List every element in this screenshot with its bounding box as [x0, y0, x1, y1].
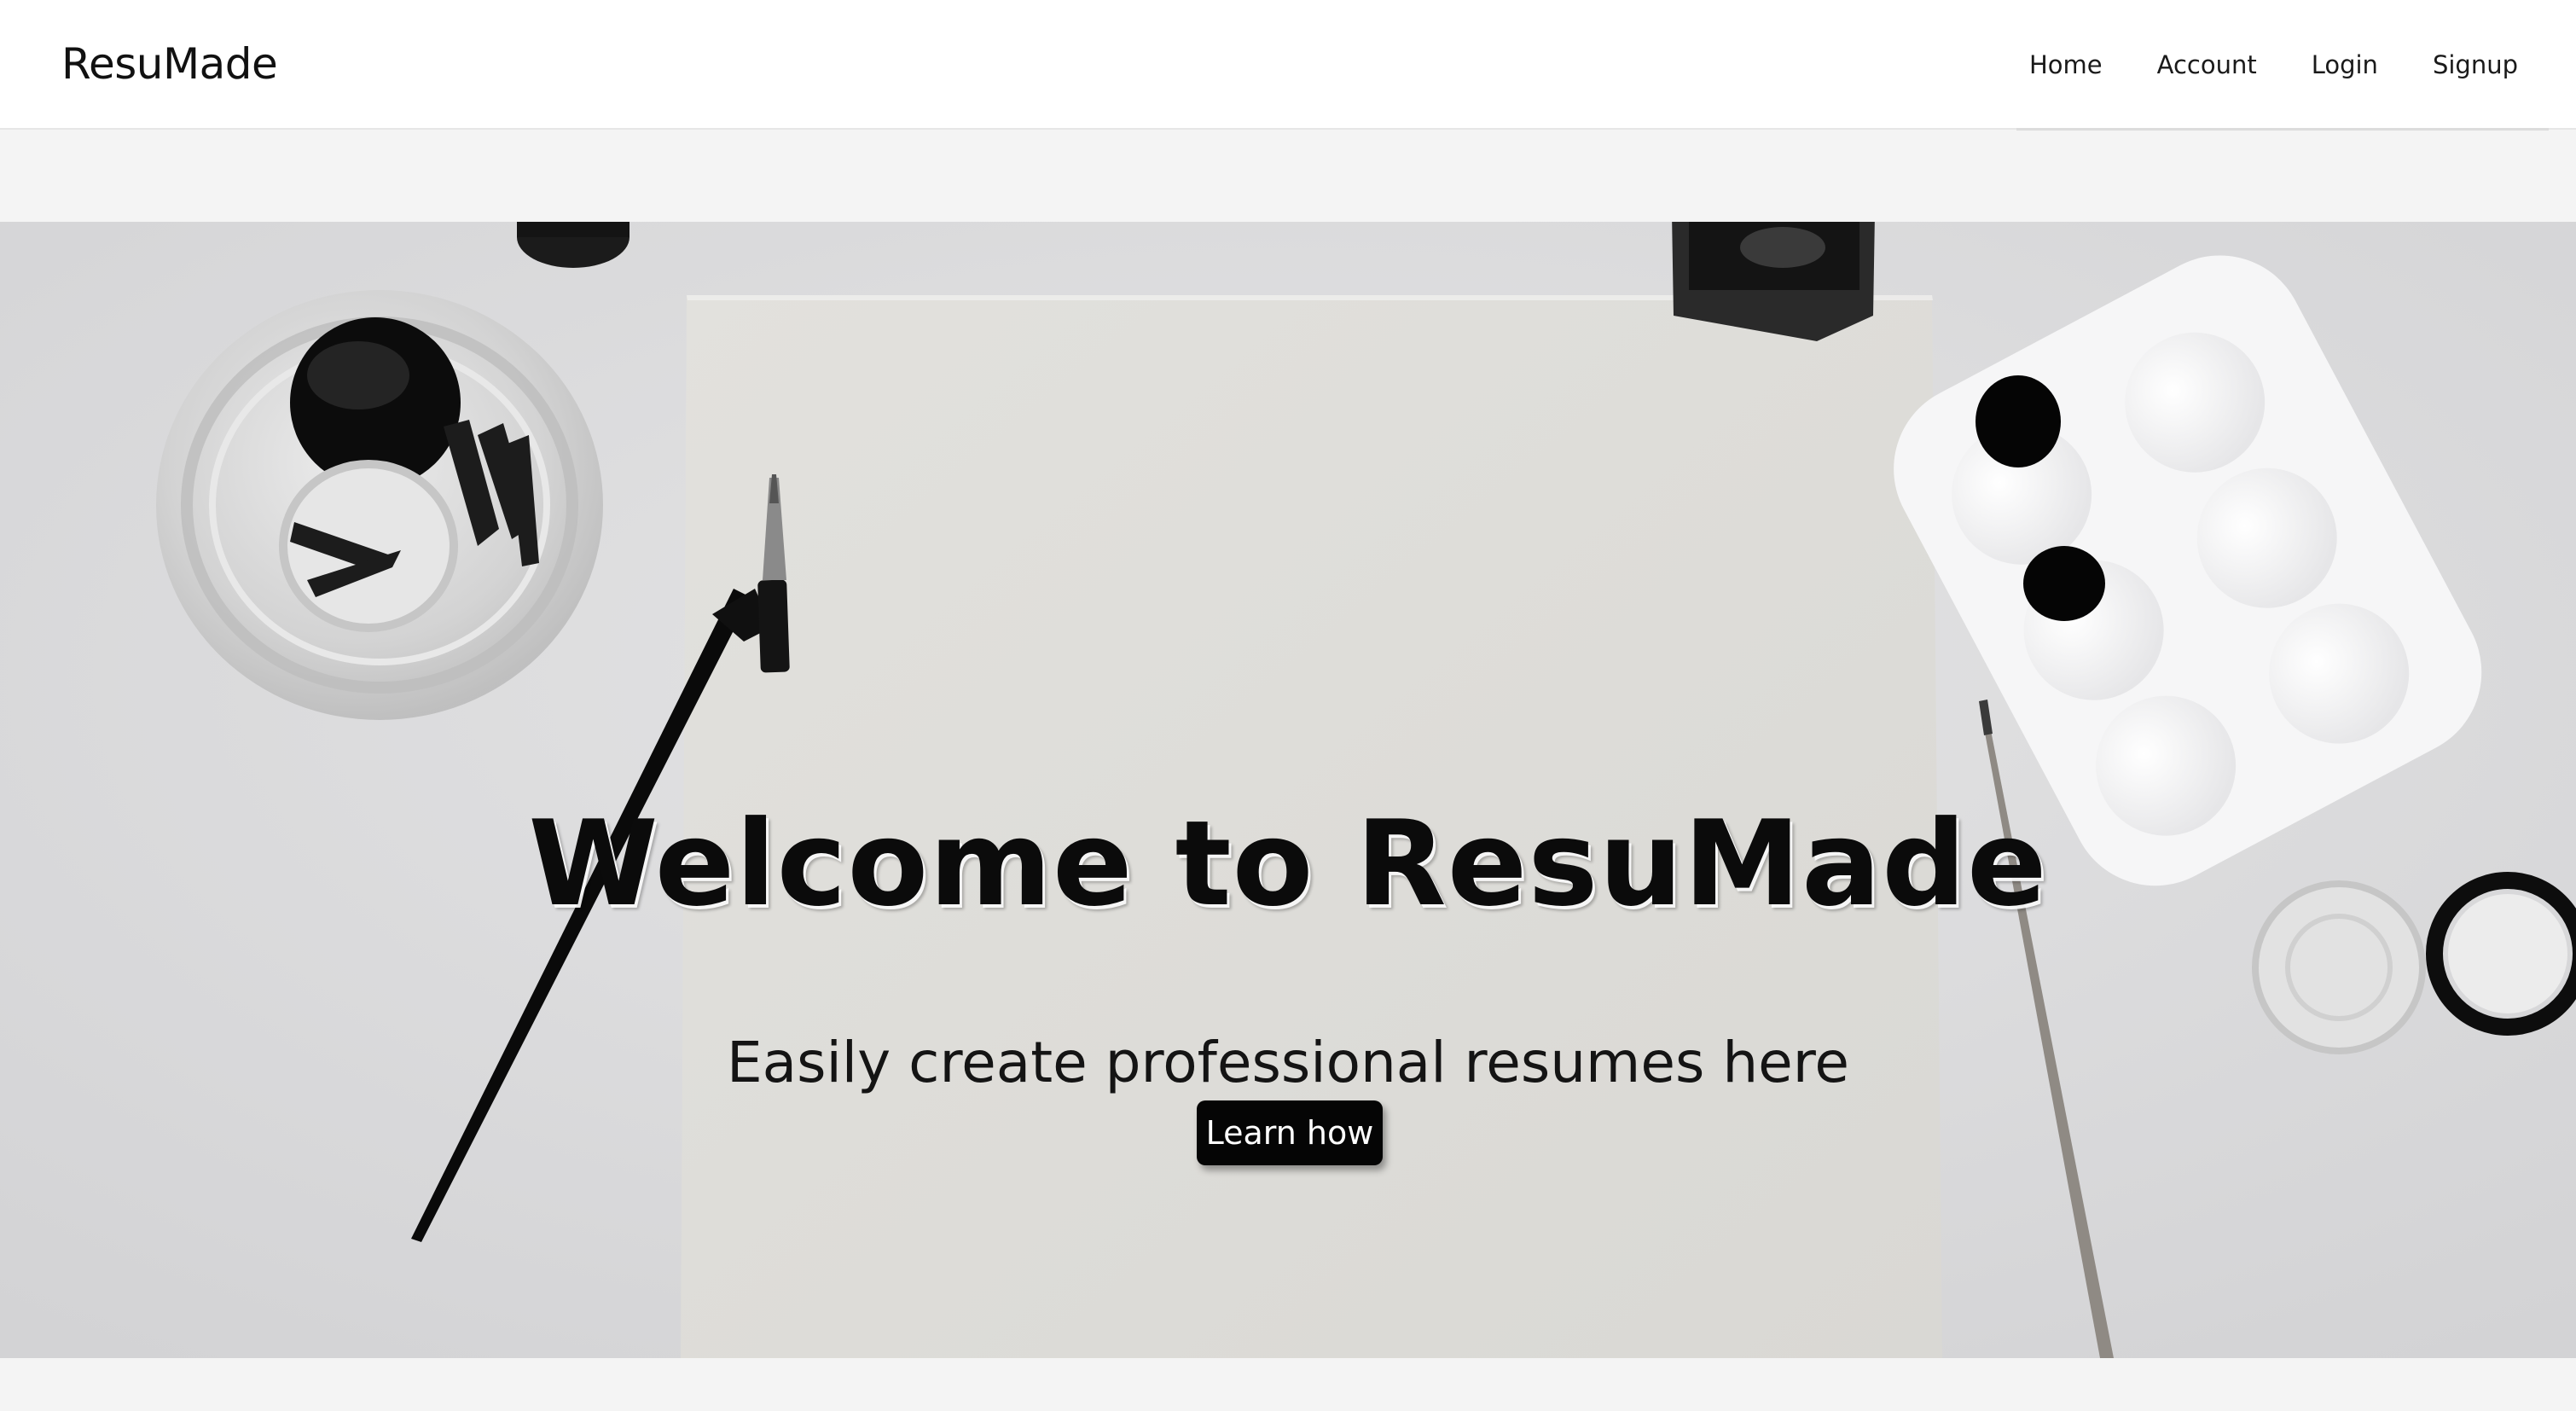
brand-logo[interactable]: ResuMade [61, 38, 278, 90]
hero-section: Welcome to ResuMade Easily create profes… [0, 222, 2576, 1358]
nav-divider [2016, 128, 2549, 131]
top-navbar: ResuMade Home Account Login Signup [0, 0, 2576, 131]
nav-link-home[interactable]: Home [2002, 48, 2130, 82]
hero-title: Welcome to ResuMade [528, 795, 2048, 933]
main-nav: Home Account Login Signup [2002, 48, 2518, 82]
nav-link-account[interactable]: Account [2130, 48, 2284, 82]
hero-background-image [0, 222, 2576, 1358]
nav-link-signup[interactable]: Signup [2405, 48, 2518, 82]
nav-link-login[interactable]: Login [2284, 48, 2405, 82]
hero-subtitle: Easily create professional resumes here [726, 1030, 1850, 1095]
learn-how-button[interactable]: Learn how [1197, 1100, 1383, 1165]
